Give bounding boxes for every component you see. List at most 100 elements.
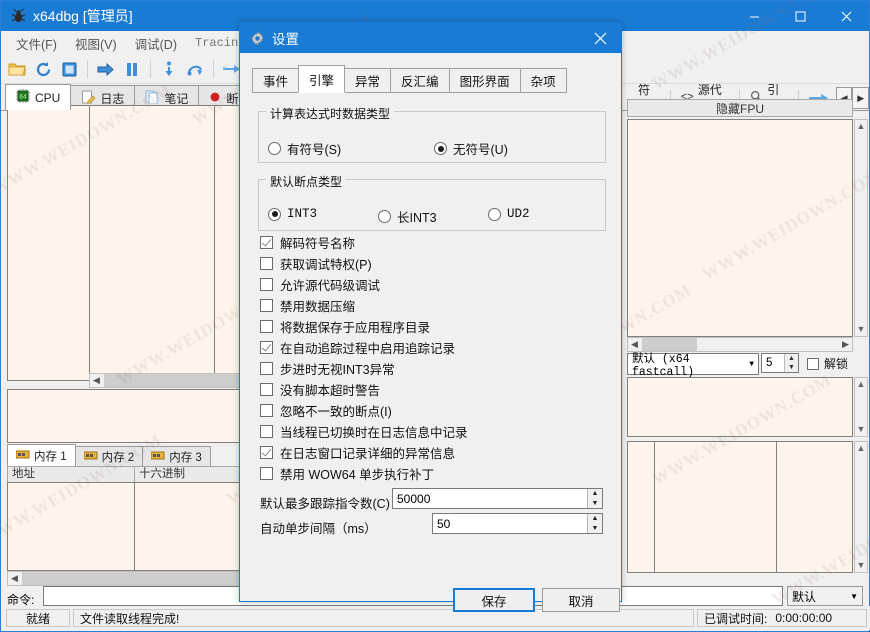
checkbox-indicator[interactable]: [260, 341, 273, 354]
memtab-1[interactable]: 内存 1: [7, 444, 76, 467]
memtab-2[interactable]: 内存 2: [74, 446, 144, 467]
minimize-button[interactable]: [731, 1, 777, 31]
checkbox-indicator[interactable]: [260, 425, 273, 438]
scroll-up-icon[interactable]: ▲: [857, 120, 866, 133]
arguments-vscrollbar[interactable]: ▲ ▼: [854, 377, 868, 437]
scroll-left-icon[interactable]: ◀: [628, 339, 641, 350]
checkbox-label: 当线程已切换时在日志信息中记录: [280, 426, 468, 440]
open-folder-icon[interactable]: [5, 57, 29, 81]
checkbox-indicator[interactable]: [260, 320, 273, 333]
spin-down-icon[interactable]: ▼: [588, 524, 602, 534]
stack-vscrollbar[interactable]: ▲ ▼: [854, 441, 868, 573]
hide-fpu-button[interactable]: 隐藏FPU: [627, 99, 853, 117]
nav-next-button[interactable]: ▶: [852, 87, 870, 109]
scroll-up-icon[interactable]: ▲: [857, 442, 866, 455]
breakpoint-longint3-radio[interactable]: 长INT3: [378, 207, 437, 226]
arguments-pane[interactable]: [627, 377, 853, 437]
auto-step-interval-input[interactable]: 50 ▲ ▼: [432, 513, 603, 534]
step-into-icon[interactable]: [157, 57, 181, 81]
checkbox-skip-int3[interactable]: 步进时无视INT3异常: [260, 359, 395, 378]
menu-view[interactable]: 视图(V): [66, 31, 126, 56]
checkbox-no-script-timeout[interactable]: 没有脚本超时警告: [260, 380, 380, 399]
tab-exceptions[interactable]: 异常: [344, 68, 392, 93]
radio-indicator[interactable]: [488, 207, 501, 221]
checkbox-disable-compression[interactable]: 禁用数据压缩: [260, 296, 355, 315]
scroll-right-icon[interactable]: ▶: [839, 339, 852, 350]
tab-disassembly[interactable]: 反汇编: [390, 68, 450, 93]
checkbox-disable-wow64-patch[interactable]: 禁用 WOW64 单步执行补丁: [260, 464, 434, 483]
checkbox-indicator[interactable]: [260, 383, 273, 396]
step-over-icon[interactable]: [183, 57, 207, 81]
registers-pane[interactable]: [627, 119, 853, 337]
checkbox-source-debug[interactable]: 允许源代码级调试: [260, 275, 380, 294]
checkbox-indicator[interactable]: [260, 236, 273, 249]
scroll-left-icon[interactable]: ◀: [90, 375, 103, 386]
stop-icon[interactable]: [57, 57, 81, 81]
checkbox-indicator[interactable]: [260, 467, 273, 480]
checkbox-indicator[interactable]: [260, 362, 273, 375]
menu-debug[interactable]: 调试(D): [126, 31, 186, 56]
radio-indicator[interactable]: [268, 142, 281, 155]
scroll-down-icon[interactable]: ▼: [857, 559, 866, 572]
checkbox-verbose-exception-log[interactable]: 在日志窗口记录详细的异常信息: [260, 443, 455, 462]
checkbox-debug-privilege[interactable]: 获取调试特权(P): [260, 254, 372, 273]
radio-indicator[interactable]: [434, 142, 447, 155]
auto-step-interval-spinner[interactable]: ▲ ▼: [587, 514, 602, 533]
pause-icon[interactable]: [120, 57, 144, 81]
tab-engine[interactable]: 引擎: [298, 65, 346, 93]
calling-convention-select[interactable]: 默认 (x64 fastcall) ▼: [627, 353, 759, 379]
breakpoint-int3-radio[interactable]: INT3: [268, 207, 317, 221]
radio-indicator[interactable]: [268, 207, 281, 221]
datatype-signed-radio[interactable]: 有符号(S): [268, 139, 341, 158]
restart-icon[interactable]: [31, 57, 55, 81]
memory-column-header-address[interactable]: 地址: [7, 466, 135, 483]
checkbox-save-in-appdir[interactable]: 将数据保存于应用程序目录: [260, 317, 430, 336]
spin-down-icon[interactable]: ▼: [588, 499, 602, 509]
checkbox-ignore-inconsistent-bp[interactable]: 忽略不一致的断点(I): [260, 401, 392, 420]
spin-up-icon[interactable]: ▲: [588, 514, 602, 524]
unlock-checkbox[interactable]: [807, 357, 819, 370]
max-trace-count-spinner[interactable]: ▲ ▼: [587, 489, 602, 508]
tab-misc[interactable]: 杂项: [519, 68, 567, 93]
arg-count-spinner[interactable]: 5 ▲ ▼: [761, 353, 799, 373]
scroll-down-icon[interactable]: ▼: [857, 423, 866, 436]
memory-tabs: 内存 1 内存 2 内存 3: [7, 444, 211, 467]
checkbox-log-thread-switch[interactable]: 当线程已切换时在日志信息中记录: [260, 422, 468, 441]
max-trace-count-input[interactable]: 50000 ▲ ▼: [392, 488, 603, 509]
scroll-down-icon[interactable]: ▼: [857, 323, 866, 336]
tab-cpu[interactable]: 64 CPU: [5, 84, 72, 110]
arg-count-spin-buttons[interactable]: ▲ ▼: [784, 354, 798, 372]
close-button[interactable]: [823, 1, 869, 31]
command-mode-select[interactable]: 默认 ▼: [787, 586, 863, 606]
spin-down-icon[interactable]: ▼: [785, 363, 798, 372]
spin-up-icon[interactable]: ▲: [588, 489, 602, 499]
cancel-button[interactable]: 取消: [542, 588, 620, 612]
tab-gui[interactable]: 图形界面: [448, 68, 521, 93]
checkbox-indicator[interactable]: [260, 299, 273, 312]
tab-events[interactable]: 事件: [252, 68, 300, 93]
checkbox-trace-record[interactable]: 在自动追踪过程中启用追踪记录: [260, 338, 455, 357]
save-button[interactable]: 保存: [453, 588, 535, 612]
datatype-unsigned-radio[interactable]: 无符号(U): [434, 139, 508, 158]
spin-up-icon[interactable]: ▲: [785, 354, 798, 363]
registers-vscrollbar[interactable]: ▲ ▼: [854, 119, 868, 337]
menu-file[interactable]: 文件(F): [7, 31, 66, 56]
status-debug-time: 已调试时间: 0:00:00:00: [697, 609, 867, 627]
memtab-3[interactable]: 内存 3: [142, 446, 211, 467]
checkbox-indicator[interactable]: [260, 257, 273, 270]
checkbox-indicator[interactable]: [260, 404, 273, 417]
radio-indicator[interactable]: [378, 210, 391, 223]
scroll-left-icon[interactable]: ◀: [8, 573, 21, 584]
breakpoint-ud2-radio[interactable]: UD2: [488, 207, 530, 221]
checkbox-label: 禁用数据压缩: [280, 300, 356, 314]
dialog-close-button[interactable]: [579, 23, 621, 53]
stack-pane[interactable]: [627, 441, 853, 573]
checkbox-indicator[interactable]: [260, 446, 273, 459]
unlock-checkbox-row[interactable]: 解锁: [807, 355, 848, 372]
checkbox-indicator[interactable]: [260, 278, 273, 291]
scroll-up-icon[interactable]: ▲: [857, 378, 866, 391]
checkbox-decode-symbols[interactable]: 解码符号名称: [260, 233, 355, 252]
run-icon[interactable]: [94, 57, 118, 81]
tab-notes-label: 笔记: [164, 91, 189, 106]
maximize-button[interactable]: [777, 1, 823, 31]
